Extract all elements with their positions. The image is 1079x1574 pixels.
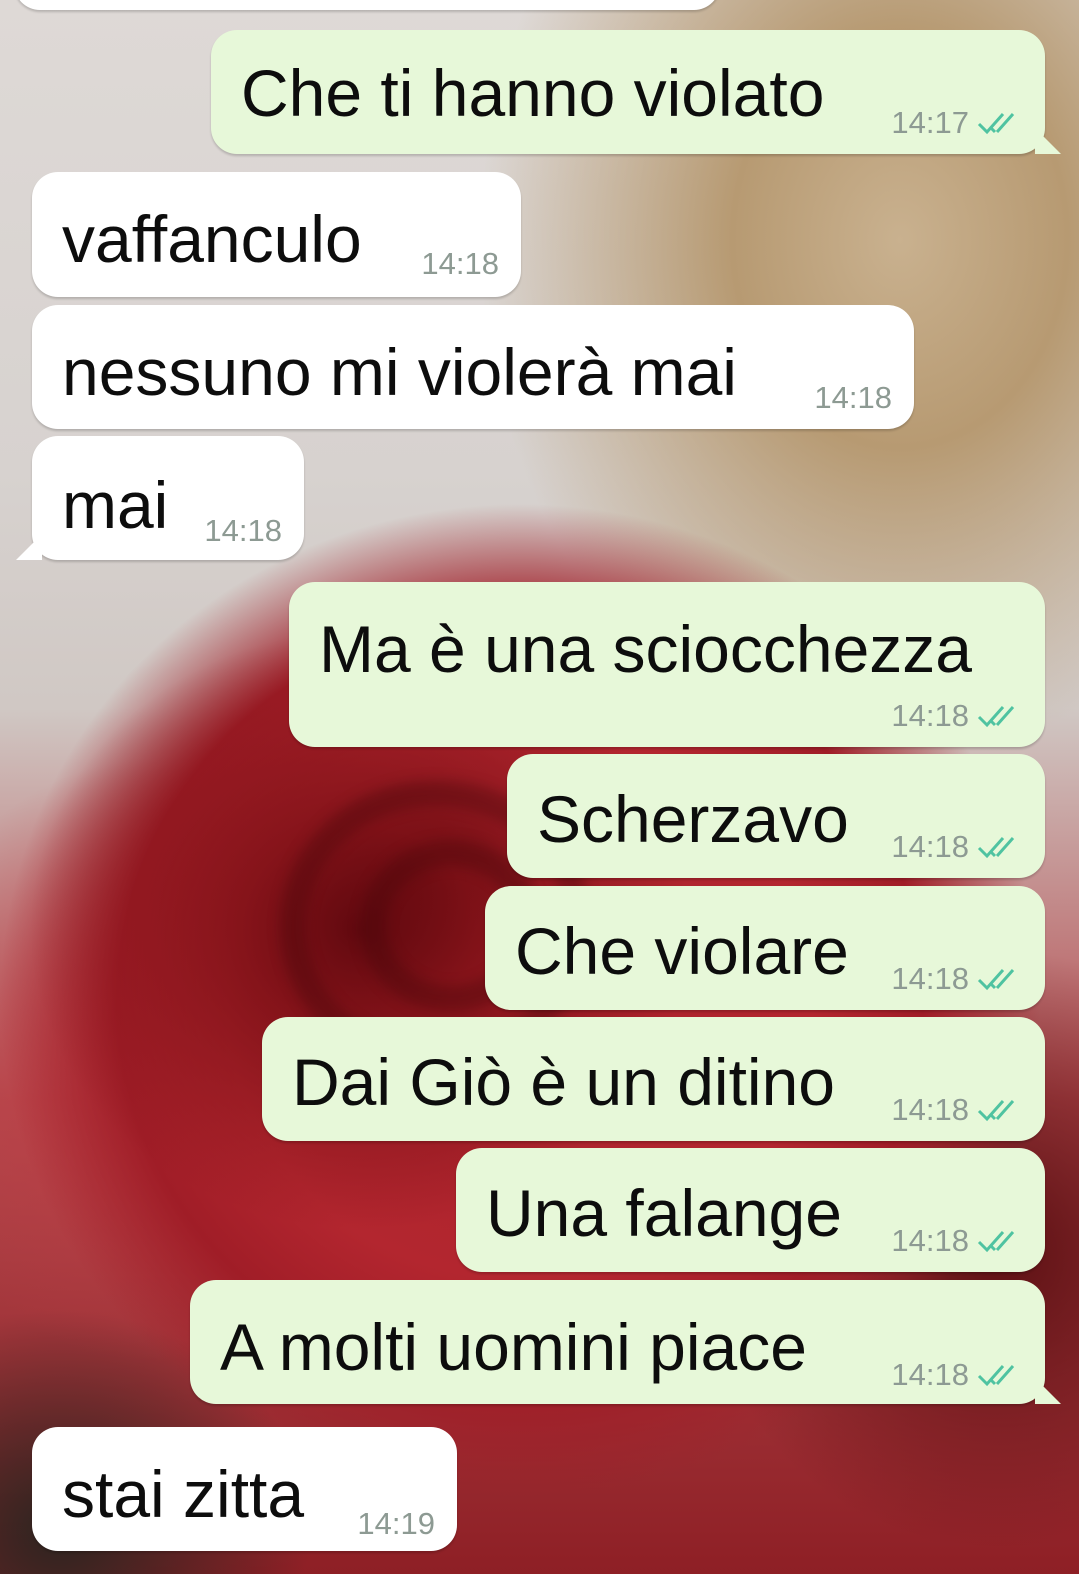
double-check-icon xyxy=(977,705,1015,727)
message-meta: 14:18 xyxy=(891,1359,1027,1390)
message-bubble-outgoing[interactable]: Dai Giò è un ditino 14:18 xyxy=(262,1017,1045,1141)
message-bubble-incoming[interactable]: mai 14:18 xyxy=(16,436,304,560)
message-meta: 14:18 xyxy=(891,700,1027,731)
message-bubble-incoming[interactable]: stai zitta 14:19 xyxy=(32,1427,457,1551)
message-text: stai zitta xyxy=(62,1457,305,1531)
message-text: A molti uomini piace xyxy=(220,1310,807,1384)
message-text: Dai Giò è un ditino xyxy=(292,1045,835,1119)
message-text: Che violare xyxy=(515,914,849,988)
message-meta: 14:17 xyxy=(891,107,1027,138)
message-bubble-outgoing[interactable]: Che ti hanno violato 14:17 xyxy=(211,30,1061,154)
message-time: 14:18 xyxy=(891,961,969,996)
message-text: mai xyxy=(62,468,169,542)
message-meta: 14:18 xyxy=(891,963,1027,994)
message-meta: 14:18 xyxy=(891,1225,1027,1256)
message-bubble-incoming[interactable]: vaffanculo 14:18 xyxy=(32,172,521,297)
message-time: 14:18 xyxy=(891,829,969,864)
message-meta: 14:18 xyxy=(891,831,1027,862)
chat-conversation[interactable]: Che ti hanno violato 14:17 vaffanculo 14… xyxy=(0,0,1079,1574)
message-meta: 14:18 xyxy=(204,515,282,546)
message-text: Una falange xyxy=(486,1176,842,1250)
message-text: nessuno mi violerà mai xyxy=(62,335,737,409)
message-text: Ma è una sciocchezza xyxy=(319,612,973,686)
message-text: Scherzavo xyxy=(537,782,849,856)
message-bubble-outgoing[interactable]: Ma è una sciocchezza 14:18 xyxy=(289,582,1045,747)
message-time: 14:17 xyxy=(891,105,969,140)
message-time: 14:18 xyxy=(204,513,282,548)
message-bubble-outgoing[interactable]: A molti uomini piace 14:18 xyxy=(190,1280,1061,1404)
message-meta: 14:18 xyxy=(814,382,892,413)
message-time: 14:19 xyxy=(357,1506,435,1541)
partial-message-bubble[interactable] xyxy=(14,0,720,10)
message-bubble-outgoing[interactable]: Che violare 14:18 xyxy=(485,886,1045,1010)
double-check-icon xyxy=(977,112,1015,134)
message-time: 14:18 xyxy=(891,698,969,733)
double-check-icon xyxy=(977,1364,1015,1386)
message-time: 14:18 xyxy=(814,380,892,415)
message-time: 14:18 xyxy=(891,1092,969,1127)
message-bubble-outgoing[interactable]: Una falange 14:18 xyxy=(456,1148,1045,1272)
double-check-icon xyxy=(977,836,1015,858)
double-check-icon xyxy=(977,968,1015,990)
double-check-icon xyxy=(977,1230,1015,1252)
message-meta: 14:19 xyxy=(357,1508,435,1539)
message-meta: 14:18 xyxy=(421,248,499,279)
message-text: vaffanculo xyxy=(62,202,362,276)
message-time: 14:18 xyxy=(891,1223,969,1258)
message-bubble-outgoing[interactable]: Scherzavo 14:18 xyxy=(507,754,1045,878)
message-bubble-incoming[interactable]: nessuno mi violerà mai 14:18 xyxy=(32,305,914,429)
message-text: Che ti hanno violato xyxy=(241,56,825,130)
message-meta: 14:18 xyxy=(891,1094,1027,1125)
double-check-icon xyxy=(977,1099,1015,1121)
message-time: 14:18 xyxy=(891,1357,969,1392)
message-time: 14:18 xyxy=(421,246,499,281)
